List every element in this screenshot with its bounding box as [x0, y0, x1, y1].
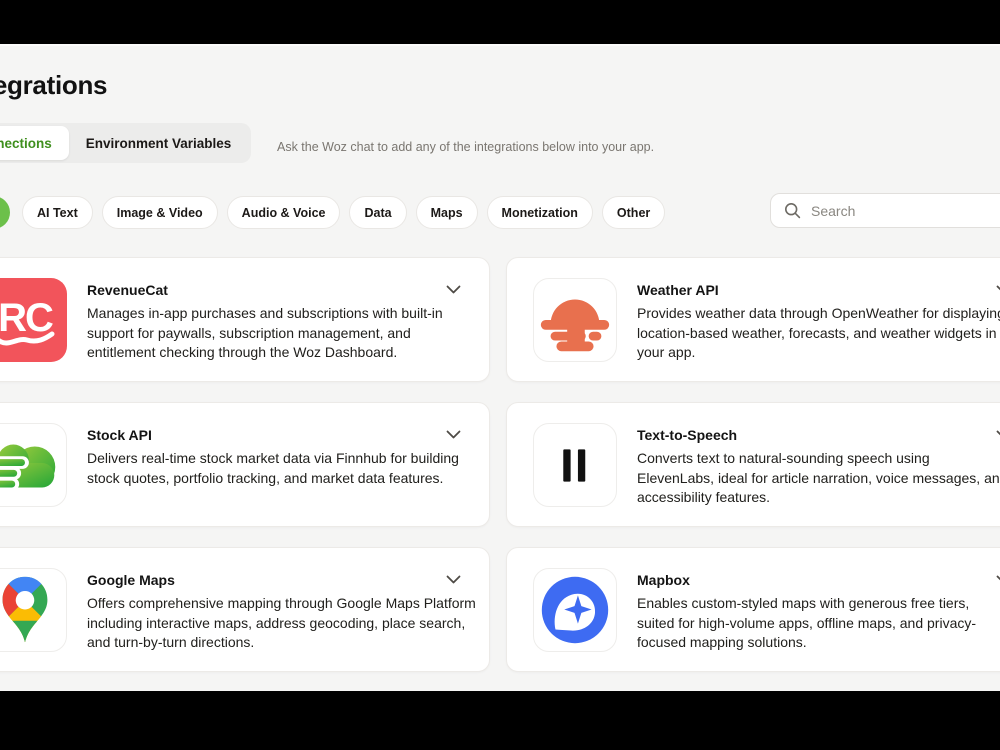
- card-title: Text-to-Speech: [637, 427, 738, 443]
- card-title: Google Maps: [87, 572, 175, 588]
- card-text-to-speech[interactable]: Text-to-Speech Converts text to natural-…: [506, 402, 1000, 527]
- mapbox-pin-icon: [533, 568, 617, 652]
- top-letterbox: [0, 0, 1000, 44]
- search-box: [770, 193, 1000, 228]
- card-google-maps[interactable]: Google Maps Offers comprehensive mapping…: [0, 547, 490, 672]
- header-divider: [0, 44, 1000, 46]
- helper-text: Ask the Woz chat to add any of the integ…: [277, 140, 655, 154]
- chevron-down-icon[interactable]: [996, 285, 1000, 294]
- filter-audio-voice[interactable]: Audio & Voice: [226, 196, 341, 229]
- card-description: Delivers real-time stock market data via…: [87, 450, 459, 486]
- filter-all[interactable]: All: [0, 196, 10, 229]
- tab-connections[interactable]: Connections: [0, 126, 69, 160]
- filter-ai-text[interactable]: AI Text: [22, 196, 93, 229]
- card-description: Enables custom-styled maps with generous…: [637, 595, 977, 650]
- card-description: Converts text to natural-sounding speech…: [637, 450, 1000, 505]
- card-mapbox[interactable]: Mapbox Enables custom-styled maps with g…: [506, 547, 1000, 672]
- chevron-down-icon[interactable]: [446, 285, 461, 294]
- filter-other[interactable]: Other: [601, 196, 666, 229]
- openweather-sun-icon: [533, 278, 617, 362]
- filter-bar: AI Text Image & Video Audio & Voice Data…: [22, 196, 666, 229]
- bottom-letterbox: [0, 691, 1000, 750]
- filter-image-video[interactable]: Image & Video: [101, 196, 218, 229]
- search-input[interactable]: [809, 201, 1000, 220]
- finnhub-cloud-icon: [0, 423, 67, 507]
- chevron-down-icon[interactable]: [446, 575, 461, 584]
- chevron-down-icon[interactable]: [446, 430, 461, 439]
- card-weather-api[interactable]: Weather API Provides weather data throug…: [506, 257, 1000, 382]
- filter-monetization[interactable]: Monetization: [486, 196, 593, 229]
- chevron-down-icon[interactable]: [996, 575, 1000, 584]
- card-description: Provides weather data through OpenWeathe…: [637, 305, 1000, 360]
- card-stock-api[interactable]: Stock API Delivers real-time stock marke…: [0, 402, 490, 527]
- chevron-down-icon[interactable]: [996, 430, 1000, 439]
- filter-maps[interactable]: Maps: [415, 196, 478, 229]
- page-title: Integrations: [0, 70, 108, 100]
- card-revenuecat[interactable]: RC RevenueCat Manages in-app purchases a…: [0, 257, 490, 382]
- revenuecat-icon: RC: [0, 278, 67, 362]
- card-title: Mapbox: [637, 572, 690, 588]
- tab-environment-variables[interactable]: Environment Variables: [69, 126, 249, 160]
- tab-bar: Connections Environment Variables: [0, 123, 252, 163]
- card-description: Manages in-app purchases and subscriptio…: [87, 305, 443, 360]
- google-maps-pin-icon: [0, 568, 67, 652]
- elevenlabs-bars-icon: [533, 423, 617, 507]
- svg-text:RC: RC: [0, 296, 53, 340]
- card-description: Offers comprehensive mapping through Goo…: [87, 595, 476, 650]
- search-icon: [784, 202, 801, 219]
- card-title: Stock API: [87, 427, 152, 443]
- app-window: Integrations Connections Environment Var…: [0, 0, 1000, 750]
- card-title: Weather API: [637, 282, 719, 298]
- filter-data[interactable]: Data: [349, 196, 407, 229]
- card-title: RevenueCat: [87, 282, 168, 298]
